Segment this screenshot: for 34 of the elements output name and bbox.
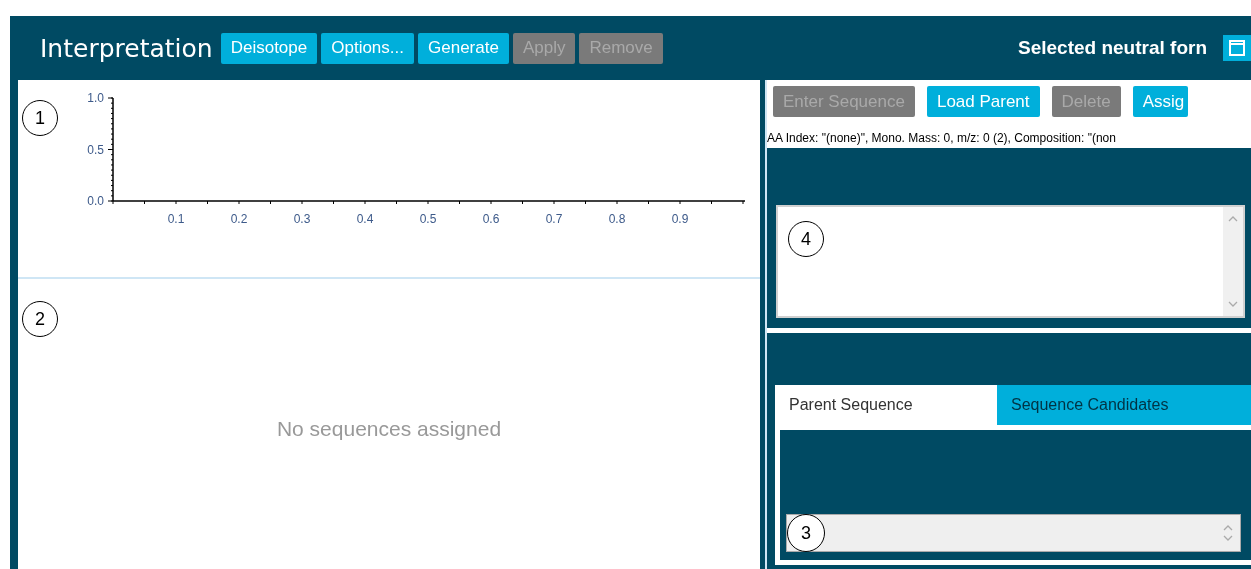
- scroll-down-icon[interactable]: [1228, 300, 1238, 308]
- y-tick-label: 0.5: [87, 142, 104, 157]
- x-tick-label: 0.1: [167, 212, 185, 226]
- toolbar-button[interactable]: Load Parent: [926, 86, 1040, 117]
- x-tick-label: 0.2: [230, 212, 248, 226]
- x-tick-label: 0.4: [356, 212, 374, 226]
- parent-sequence-field[interactable]: 3: [786, 514, 1241, 552]
- window-icon: [1228, 39, 1246, 57]
- selected-form-label: Selected neutral forn: [1018, 37, 1207, 59]
- empty-message: No sequences assigned: [276, 417, 502, 441]
- tab[interactable]: Sequence Candidates: [997, 385, 1251, 425]
- y-tick-label: 0.0: [87, 194, 104, 208]
- tab[interactable]: Parent Sequence: [775, 385, 997, 425]
- callout-number: 3: [787, 514, 825, 552]
- x-tick-label: 0.8: [608, 212, 626, 226]
- x-tick-label: 0.9: [671, 212, 689, 226]
- x-tick-label: 0.6: [482, 212, 500, 226]
- window-button[interactable]: [1223, 35, 1251, 61]
- toolbar-button[interactable]: Generate: [418, 32, 509, 64]
- x-tick-label: 0.7: [545, 212, 563, 226]
- toolbar-button[interactable]: Options...: [321, 32, 414, 64]
- info-line: AA Index: "(none)", Mono. Mass: 0, m/z: 0 (2), Composition: "(non: [767, 130, 1117, 147]
- scroll-up-icon[interactable]: [1228, 215, 1238, 223]
- panel-title: Interpretation: [40, 33, 213, 63]
- sequence-text-box[interactable]: 4: [776, 205, 1245, 318]
- callout-number: 1: [22, 100, 58, 136]
- toolbar-button[interactable]: Assig: [1132, 86, 1189, 117]
- callout-number: 4: [788, 221, 824, 257]
- callout-number: 2: [22, 301, 58, 337]
- scrollbar[interactable]: [1223, 207, 1243, 316]
- x-tick-label: 0.3: [293, 212, 311, 226]
- toolbar-button[interactable]: Deisotope: [220, 32, 318, 64]
- x-tick-label: 0.5: [419, 212, 437, 226]
- y-tick-label: 1.0: [87, 91, 104, 105]
